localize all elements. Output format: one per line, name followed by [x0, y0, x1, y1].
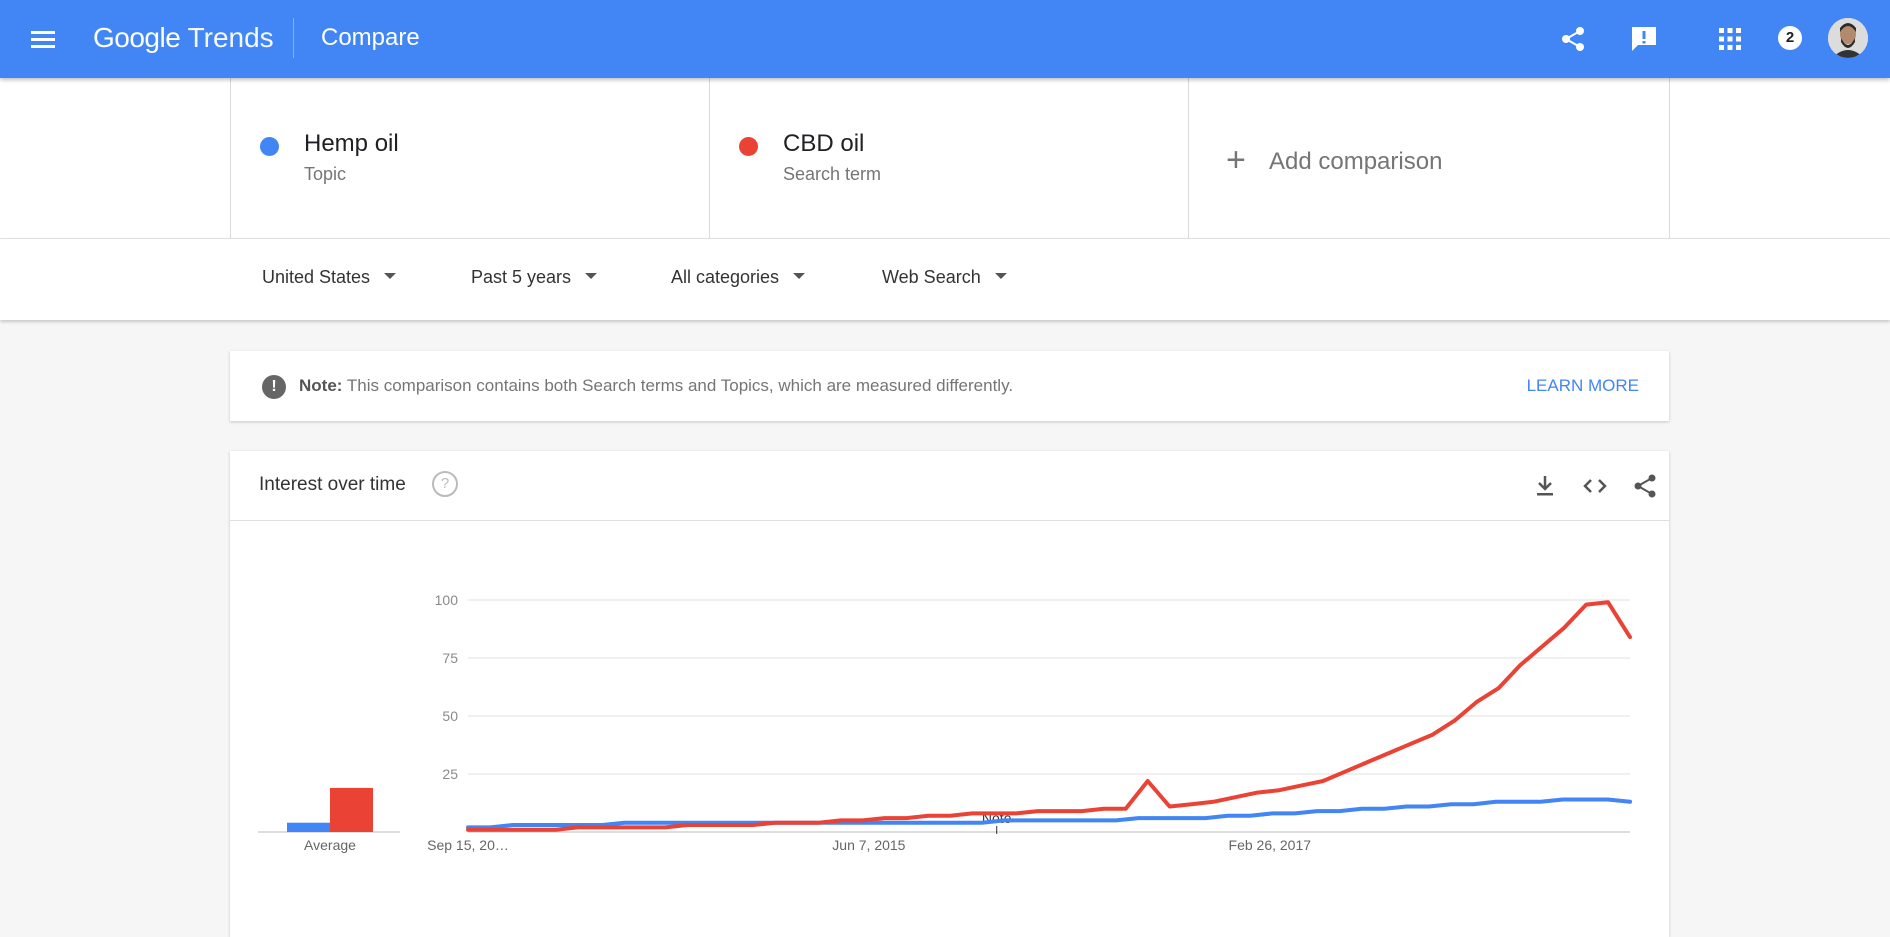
y-tick-label: 25: [442, 766, 458, 782]
term-type: Topic: [304, 164, 347, 184]
average-label: Average: [304, 837, 356, 853]
average-bar-cbd-oil: [330, 787, 373, 832]
apps-grid-icon[interactable]: [1713, 22, 1747, 56]
term-card-cbd-oil[interactable]: CBD oil Search term: [709, 78, 1188, 238]
note-text: Note: This comparison contains both Sear…: [299, 376, 1013, 396]
app-bar: Google Trends Compare 2: [0, 0, 1890, 78]
add-comparison-button[interactable]: + Add comparison: [1188, 78, 1667, 238]
chevron-down-icon: [384, 273, 397, 280]
series-line-hemp-oil: [466, 797, 1632, 830]
compare-divider: [1669, 78, 1670, 238]
term-name: CBD oil: [783, 130, 865, 157]
x-tick-label: Feb 26, 2017: [1229, 837, 1312, 853]
term-type: Search term: [783, 164, 882, 184]
logo-google-text: Google: [93, 22, 181, 53]
note-banner: ! Note: This comparison contains both Se…: [230, 351, 1669, 421]
x-tick-label: Jun 7, 2015: [832, 837, 905, 853]
chevron-down-icon: [994, 273, 1007, 280]
region-filter-label: United States: [262, 267, 371, 287]
interest-over-time-chart: 100 75 50 25 Sep 15, 20… Jun 7, 2015 Feb 26, 2…: [258, 592, 1632, 853]
time-filter[interactable]: Past 5 years: [471, 267, 598, 288]
x-tick-label: Sep 15, 20…: [427, 837, 509, 853]
chevron-down-icon: [793, 273, 806, 280]
note-message: This comparison contains both Search ter…: [346, 376, 1014, 395]
region-filter[interactable]: United States: [262, 267, 397, 288]
learn-more-link[interactable]: LEARN MORE: [1527, 376, 1639, 396]
add-comparison-label: Add comparison: [1269, 148, 1443, 175]
chevron-down-icon: [585, 273, 598, 280]
search-type-filter-label: Web Search: [882, 267, 981, 287]
series-color-dot: [260, 137, 279, 156]
share-icon[interactable]: [1556, 22, 1590, 56]
category-filter-label: All categories: [671, 267, 780, 287]
header-divider: [293, 18, 294, 58]
average-bar-hemp-oil: [287, 822, 330, 832]
logo-trends-text: Trends: [187, 22, 274, 53]
term-card-hemp-oil[interactable]: Hemp oil Topic: [230, 78, 709, 238]
term-name: Hemp oil: [304, 130, 399, 157]
y-tick-label: 75: [442, 650, 458, 666]
search-type-filter[interactable]: Web Search: [882, 267, 1007, 288]
y-tick-label: 50: [442, 708, 458, 724]
avatar[interactable]: [1828, 18, 1868, 58]
y-tick-label: 100: [435, 592, 459, 608]
page-title: Compare: [321, 24, 420, 51]
time-filter-label: Past 5 years: [471, 267, 572, 287]
note-bold-label: Note:: [299, 376, 343, 395]
menu-icon[interactable]: [31, 28, 57, 50]
feedback-icon[interactable]: [1627, 22, 1661, 56]
filter-bar: United States Past 5 years All categorie…: [0, 238, 1890, 320]
exclamation-icon: !: [262, 375, 286, 399]
notification-badge[interactable]: 2: [1778, 26, 1802, 50]
google-trends-logo[interactable]: Google Trends: [93, 18, 274, 58]
plus-icon: +: [1226, 141, 1246, 179]
series-color-dot: [739, 137, 758, 156]
category-filter[interactable]: All categories: [671, 267, 806, 288]
